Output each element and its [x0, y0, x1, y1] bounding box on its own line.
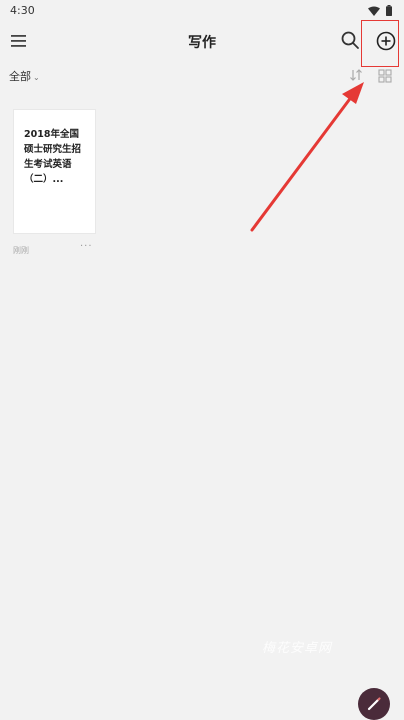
status-bar: 4:30: [0, 0, 404, 22]
app-bar: 写作: [0, 22, 404, 62]
status-time: 4:30: [10, 4, 35, 17]
status-icons: [368, 5, 392, 16]
chevron-down-icon: ⌄: [33, 73, 40, 82]
filter-row: 全部 ⌄: [0, 66, 404, 86]
document-date: 刚刚: [13, 246, 29, 255]
new-writing-button[interactable]: [358, 688, 390, 720]
grid-view-icon[interactable]: [378, 69, 392, 83]
filter-label: 全部: [9, 70, 31, 83]
battery-icon: [386, 5, 392, 16]
sort-icon[interactable]: [349, 68, 363, 82]
watermark: 梅花安卓网: [262, 641, 333, 656]
filter-dropdown[interactable]: 全部 ⌄: [9, 68, 40, 84]
annotation-arrow: [250, 82, 364, 232]
wifi-icon: [368, 6, 380, 16]
more-options-icon[interactable]: ···: [80, 241, 93, 252]
document-title: 2018年全国硕士研究生招生考试英语（二）...: [24, 129, 82, 185]
pen-icon: [367, 697, 381, 711]
document-card[interactable]: 2018年全国硕士研究生招生考试英语（二）...: [13, 109, 96, 234]
highlight-box: [361, 20, 399, 67]
search-icon[interactable]: [340, 30, 360, 50]
